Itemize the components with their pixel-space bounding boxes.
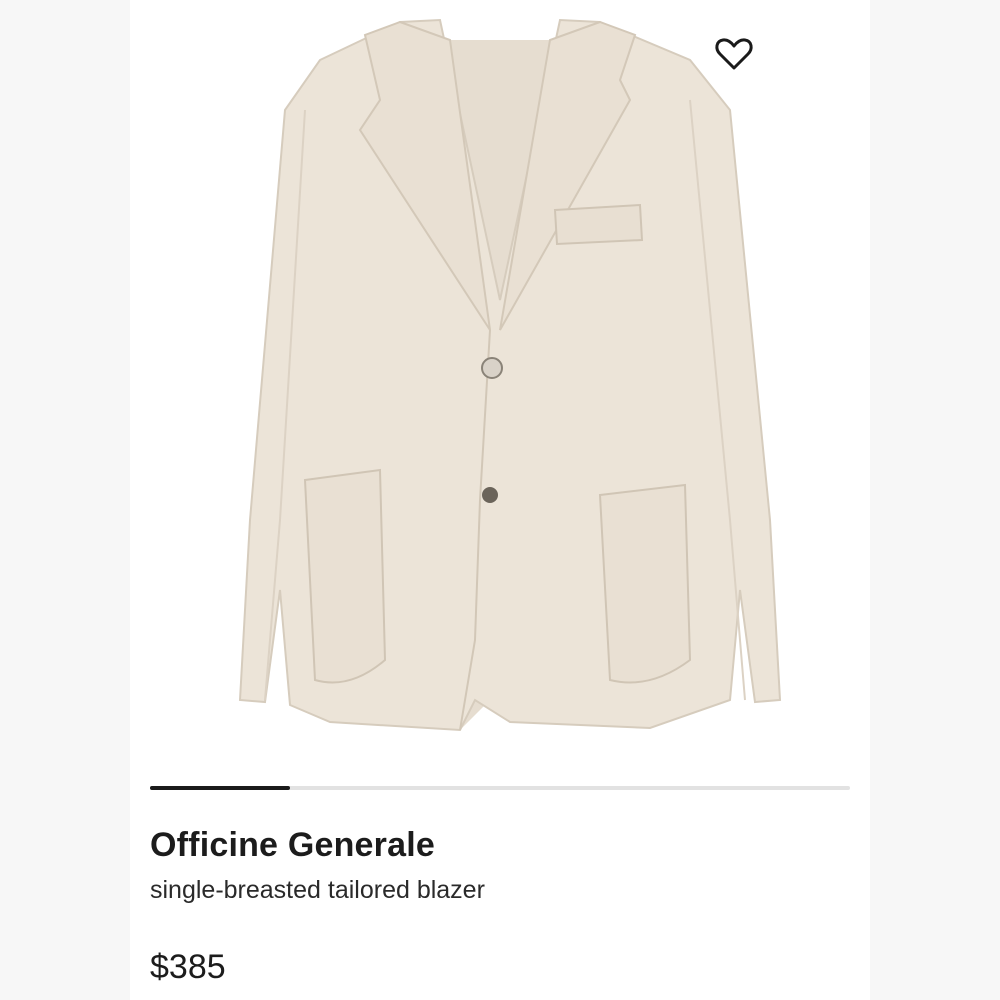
carousel-progress (150, 786, 290, 790)
left-pocket (303, 468, 387, 684)
image-carousel-indicator[interactable] (150, 786, 850, 790)
product-card[interactable]: Officine Generale single-breasted tailor… (130, 0, 870, 1000)
product-description[interactable]: single-breasted tailored blazer (150, 876, 485, 905)
wishlist-button[interactable] (712, 34, 756, 74)
top-button (481, 357, 503, 379)
page-background: Officine Generale single-breasted tailor… (0, 0, 1000, 1000)
product-brand[interactable]: Officine Generale (150, 826, 435, 865)
product-price: $385 (150, 948, 226, 986)
product-image[interactable] (130, 0, 870, 770)
heart-outline-icon (715, 38, 753, 70)
blazer-illustration (238, 18, 782, 732)
chest-pocket (553, 203, 644, 246)
right-pocket (598, 483, 692, 684)
bottom-button (482, 487, 498, 503)
